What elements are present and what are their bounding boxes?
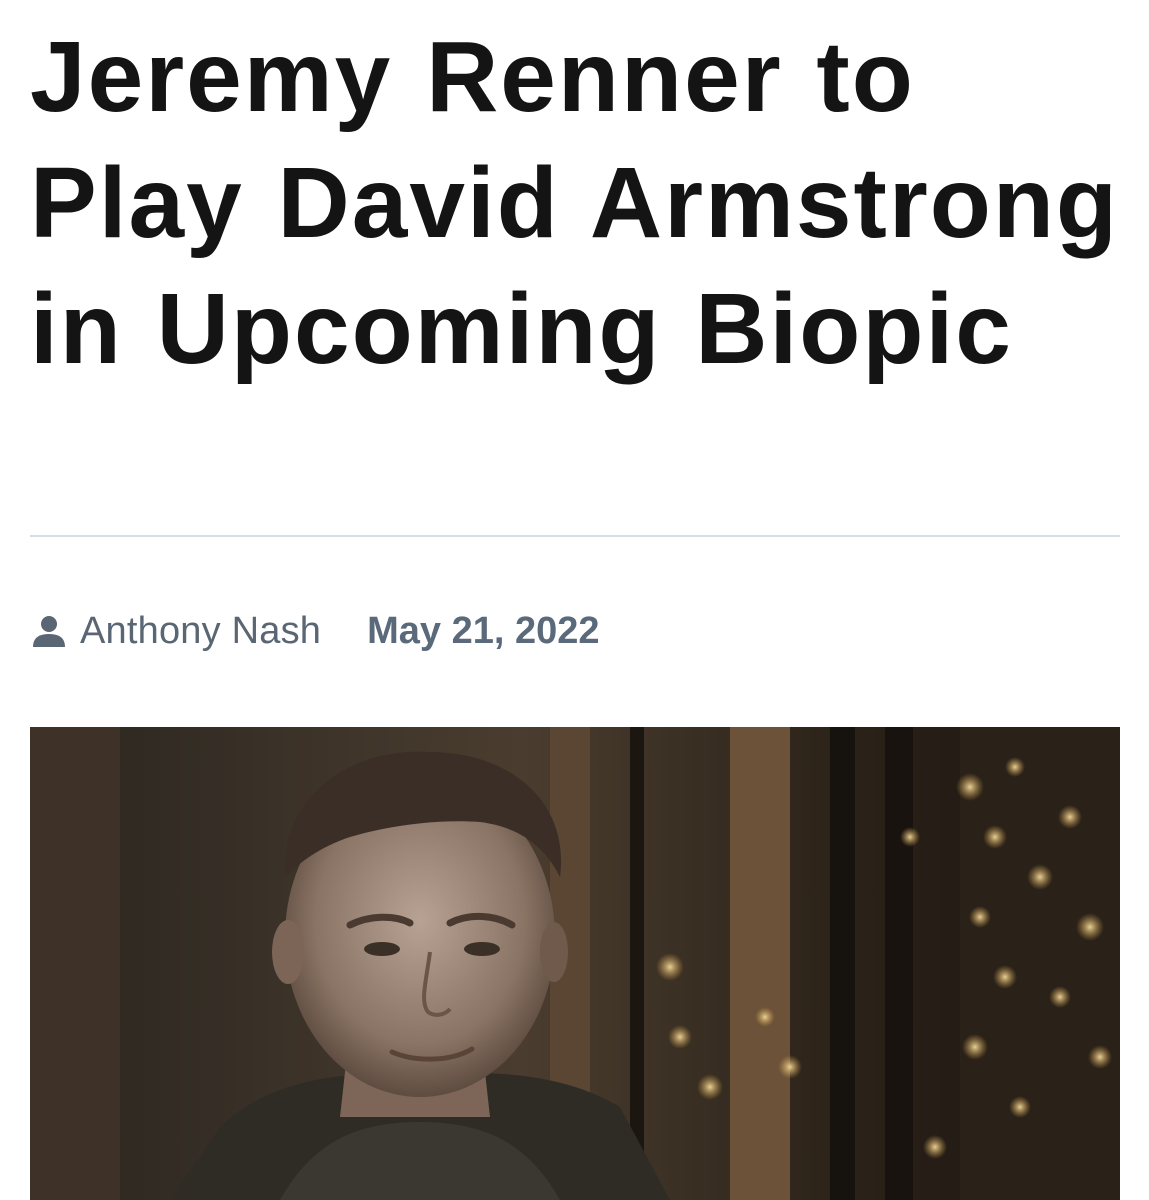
post-date: May 21, 2022 [367, 609, 600, 652]
author-name-link[interactable]: Anthony Nash [80, 610, 321, 653]
article-headline: Jeremy Renner to Play David Armstrong in… [30, 21, 1120, 385]
article-page: Jeremy Renner to Play David Armstrong in… [0, 0, 1149, 1200]
article-meta: Anthony Nash May 21, 2022 [30, 605, 600, 657]
headline-divider [30, 535, 1120, 537]
hero-image [30, 727, 1120, 1200]
user-icon [30, 607, 80, 656]
